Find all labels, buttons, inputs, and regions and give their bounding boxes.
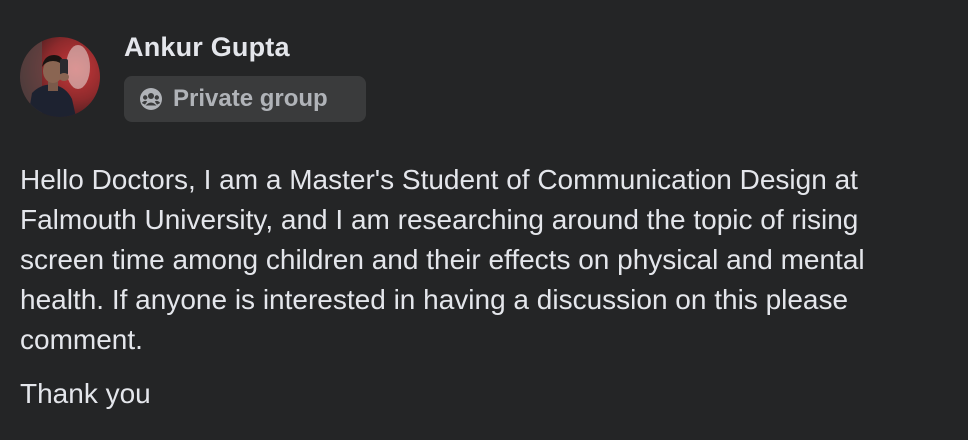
group-icon	[139, 87, 163, 111]
post-text: Hello Doctors, I am a Master's Student o…	[20, 164, 865, 355]
author-name[interactable]: Ankur Gupta	[124, 32, 290, 63]
profile-photo-icon	[20, 37, 100, 117]
author-avatar[interactable]	[20, 37, 100, 117]
post-closing-text: Thank you	[20, 378, 151, 409]
privacy-badge[interactable]: Private group	[124, 76, 366, 122]
privacy-badge-label: Private group	[173, 85, 328, 112]
post-card: Ankur Gupta Private group Hello Doctors,…	[0, 0, 968, 440]
